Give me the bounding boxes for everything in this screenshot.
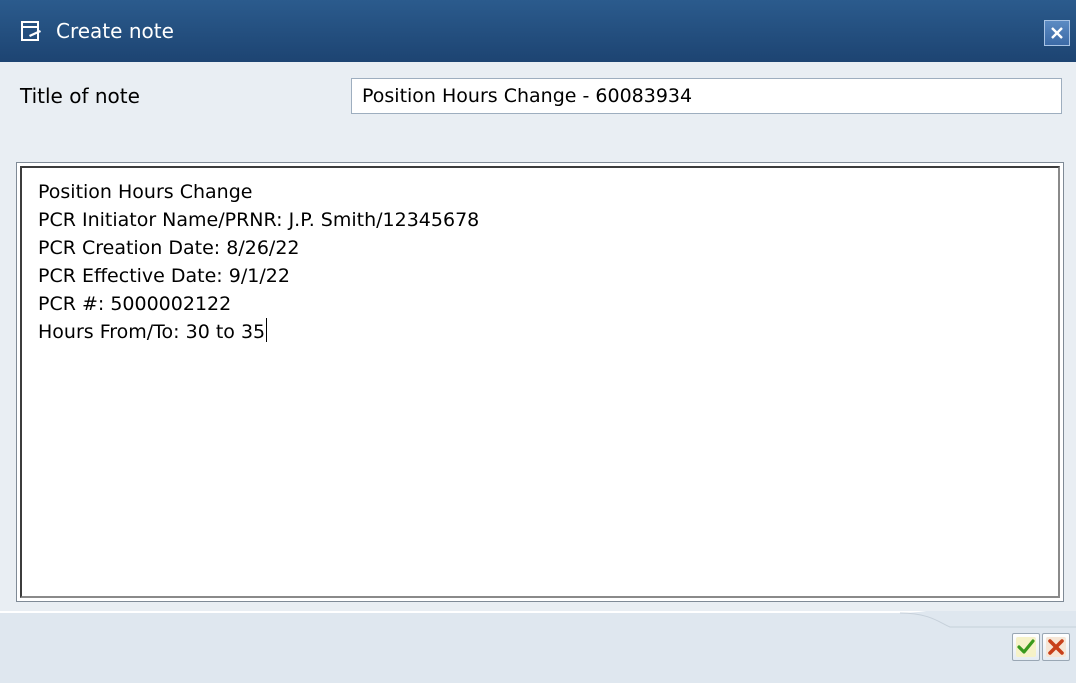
title-of-note-input[interactable]	[351, 78, 1062, 114]
note-line: PCR Initiator Name/PRNR: J.P. Smith/1234…	[38, 209, 480, 231]
confirm-button[interactable]	[1012, 633, 1040, 661]
text-cursor	[266, 318, 268, 342]
note-line: PCR Effective Date: 9/1/22	[38, 265, 290, 287]
note-line: PCR #: 5000002122	[38, 293, 232, 315]
window-title: Create note	[56, 19, 174, 43]
footer-divider	[0, 611, 1076, 628]
cancel-button[interactable]	[1042, 633, 1070, 661]
note-line: Position Hours Change	[38, 181, 253, 203]
window-titlebar: Create note	[0, 0, 1076, 62]
note-line: PCR Creation Date: 8/26/22	[38, 237, 300, 259]
note-text-editor[interactable]: Position Hours Change PCR Initiator Name…	[16, 162, 1064, 602]
title-of-note-label: Title of note	[20, 84, 140, 108]
close-button[interactable]	[1044, 20, 1070, 46]
note-line: Hours From/To: 30 to 35	[38, 321, 266, 343]
note-line-cursor-row: Hours From/To: 30 to 35	[38, 318, 1042, 346]
note-text-area[interactable]: Position Hours Change PCR Initiator Name…	[20, 166, 1060, 598]
dialog-footer	[0, 611, 1076, 683]
edit-document-icon	[20, 20, 42, 42]
